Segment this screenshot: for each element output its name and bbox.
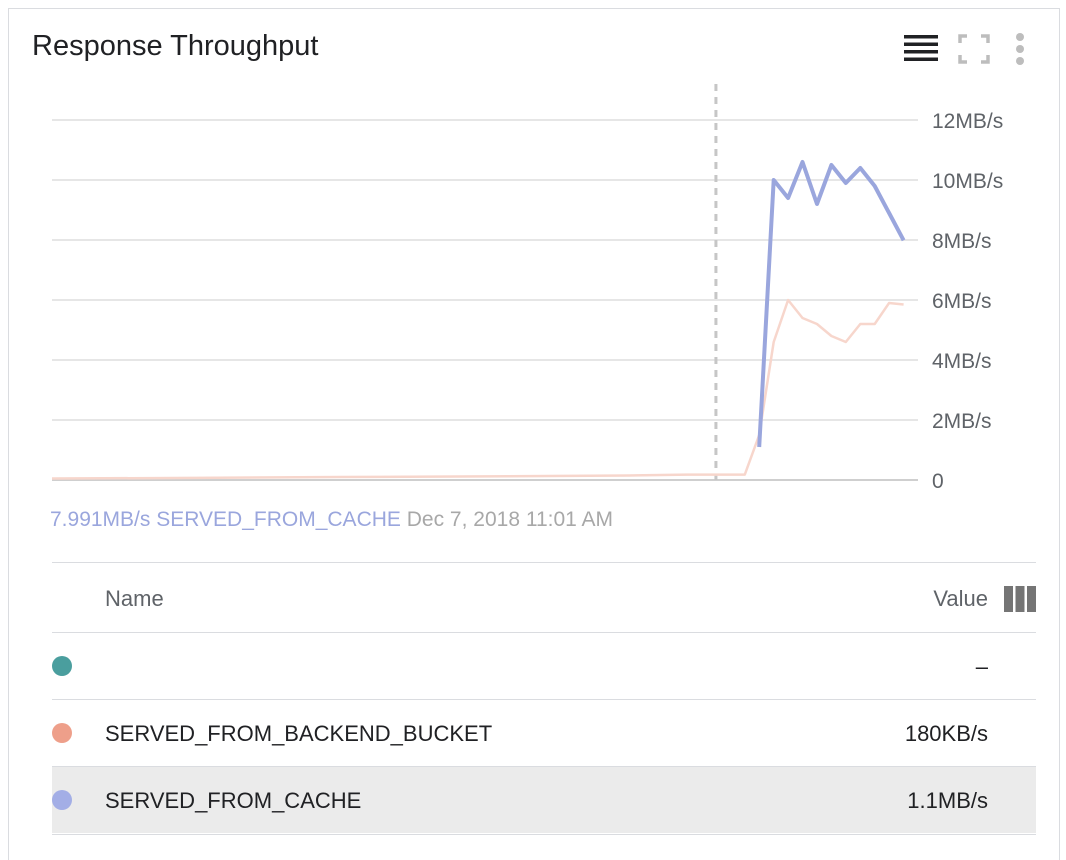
hover-readout: 7.991MB/s SERVED_FROM_CACHE Dec 7, 2018 … (50, 508, 613, 532)
series-color-dot (52, 723, 72, 743)
table-header: Name Value (52, 566, 1036, 632)
series-color-dot (52, 790, 72, 810)
y-tick-label: 0 (932, 470, 944, 493)
legend-row[interactable]: – (52, 633, 1036, 699)
y-tick-label: 4MB/s (932, 350, 992, 373)
series-value: – (975, 654, 988, 679)
column-header-name[interactable]: Name (105, 586, 164, 612)
series-value: 180KB/s (904, 721, 988, 746)
series-name: SERVED_FROM_BACKEND_BUCKET (105, 721, 493, 746)
series-name: SERVED_FROM_CACHE (105, 788, 362, 813)
series-color-dot (52, 656, 72, 676)
readout-series: SERVED_FROM_CACHE (156, 508, 401, 531)
y-tick-label: 12MB/s (932, 110, 1003, 133)
legend-row[interactable]: SERVED_FROM_BACKEND_BUCKET 180KB/s (52, 700, 1036, 766)
y-tick-label: 8MB/s (932, 230, 992, 253)
readout-timestamp: Dec 7, 2018 11:01 AM (406, 508, 613, 531)
series-line-served-from-backend-bucket (51, 298, 904, 480)
column-header-value[interactable]: Value (933, 586, 988, 612)
view-column-icon[interactable] (1004, 586, 1036, 612)
series-value: 1.1MB/s (907, 788, 988, 813)
throughput-chart[interactable]: 0 2MB/s 4MB/s 6MB/s 8MB/s 10MB/s 12MB/s (0, 0, 1066, 500)
y-tick-label: 6MB/s (932, 290, 992, 313)
legend-row[interactable]: SERVED_FROM_CACHE 1.1MB/s (52, 767, 1036, 833)
readout-value: 7.991MB/s (50, 508, 151, 531)
divider (52, 834, 1036, 835)
y-tick-label: 10MB/s (932, 170, 1003, 193)
y-tick-label: 2MB/s (932, 410, 992, 433)
series-line-served-from-cache (757, 160, 906, 448)
divider (52, 562, 1036, 563)
